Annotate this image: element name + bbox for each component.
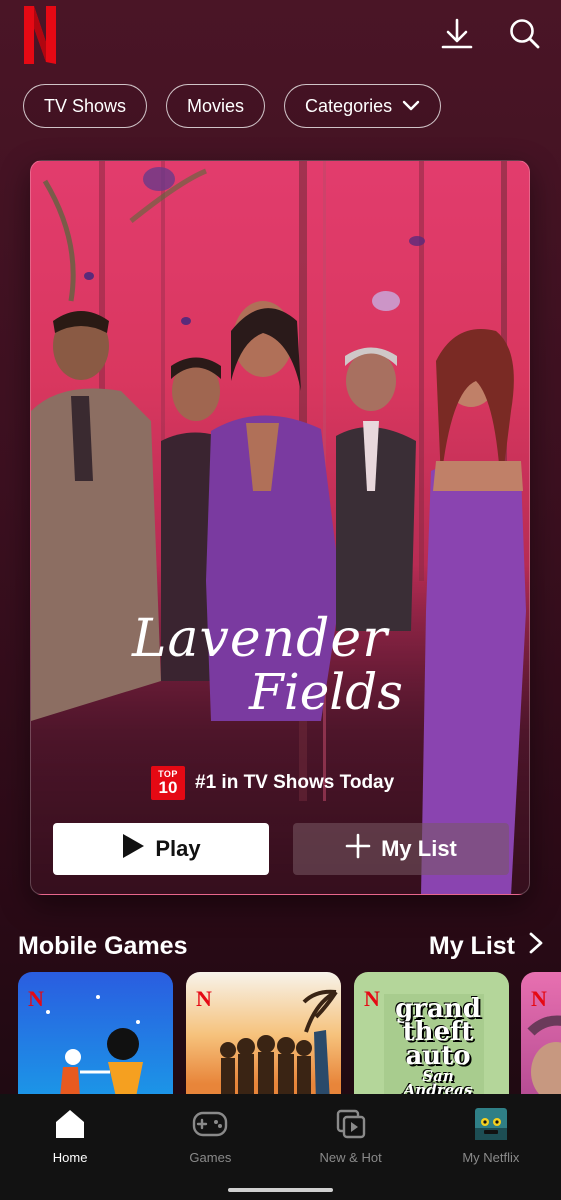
my-list-link-label: My List [428,932,515,960]
hero-billboard[interactable]: Lavender Fields TOP 10 #1 in TV Shows To… [30,160,530,895]
chip-categories[interactable]: Categories [284,84,442,128]
game-tiles-row: N N grand theft auto San Andreas N N [18,972,561,1102]
my-list-button[interactable]: My List [293,823,509,875]
chip-label: Categories [305,95,393,116]
hero-title-line1: Lavender [131,609,389,669]
gta-word-3: auto [405,1040,471,1071]
chip-movies[interactable]: Movies [166,84,266,128]
new-hot-icon [335,1108,367,1140]
chip-tv-shows[interactable]: TV Shows [23,84,148,128]
nav-games-label: Games [189,1150,232,1165]
my-list-link[interactable]: My List [429,932,543,961]
top10-badge-number: 10 [158,778,178,797]
netflix-n-logo: N [364,986,380,1011]
top-bar [0,0,561,80]
nav-games[interactable]: Games [140,1094,280,1200]
nav-my-netflix-label: My Netflix [462,1150,520,1165]
profile-avatar-icon [474,1108,507,1140]
nav-new-hot[interactable]: New & Hot [281,1094,421,1200]
nav-home-label: Home [52,1150,88,1165]
chevron-down-icon [402,96,420,117]
gamepad-icon [192,1108,228,1140]
my-list-label: My List [381,836,457,861]
game-tile-2[interactable]: N [186,972,341,1102]
game-tile-3[interactable]: grand theft auto San Andreas N [354,972,509,1102]
bottom-nav: Home Games New & Hot My Netflix [0,1094,561,1200]
top10-badge: TOP 10 [151,766,185,800]
play-button[interactable]: Play [53,823,269,875]
home-indicator[interactable] [228,1188,333,1192]
search-icon[interactable] [507,16,543,52]
nav-my-netflix[interactable]: My Netflix [421,1094,561,1200]
play-icon [121,833,145,865]
download-icon[interactable] [439,16,475,52]
netflix-n-logo: N [28,986,44,1011]
chip-label: TV Shows [44,95,127,116]
row-title: Mobile Games [18,932,188,960]
hero-title: Lavender Fields [31,609,529,721]
home-icon [53,1108,87,1140]
chip-label: Movies [187,95,245,116]
row-header: Mobile Games My List [18,932,543,961]
chevron-right-icon [529,932,543,961]
netflix-n-logo: N [196,986,212,1011]
game-tile-1[interactable]: N [18,972,173,1102]
play-label: Play [155,836,201,861]
hero-title-line2: Fields [249,663,403,721]
netflix-n-logo: N [531,986,547,1011]
nav-home[interactable]: Home [0,1094,140,1200]
nav-new-hot-label: New & Hot [319,1150,382,1165]
plus-icon [345,833,371,865]
gta-title: grand theft auto San Andreas [388,996,488,1097]
filter-chips: TV Shows Movies Categories [23,84,442,128]
game-tile-4[interactable]: N [521,972,561,1102]
top10-rank: TOP 10 #1 in TV Shows Today [151,766,394,800]
rank-text: #1 in TV Shows Today [195,772,395,793]
netflix-logo[interactable] [22,4,58,71]
